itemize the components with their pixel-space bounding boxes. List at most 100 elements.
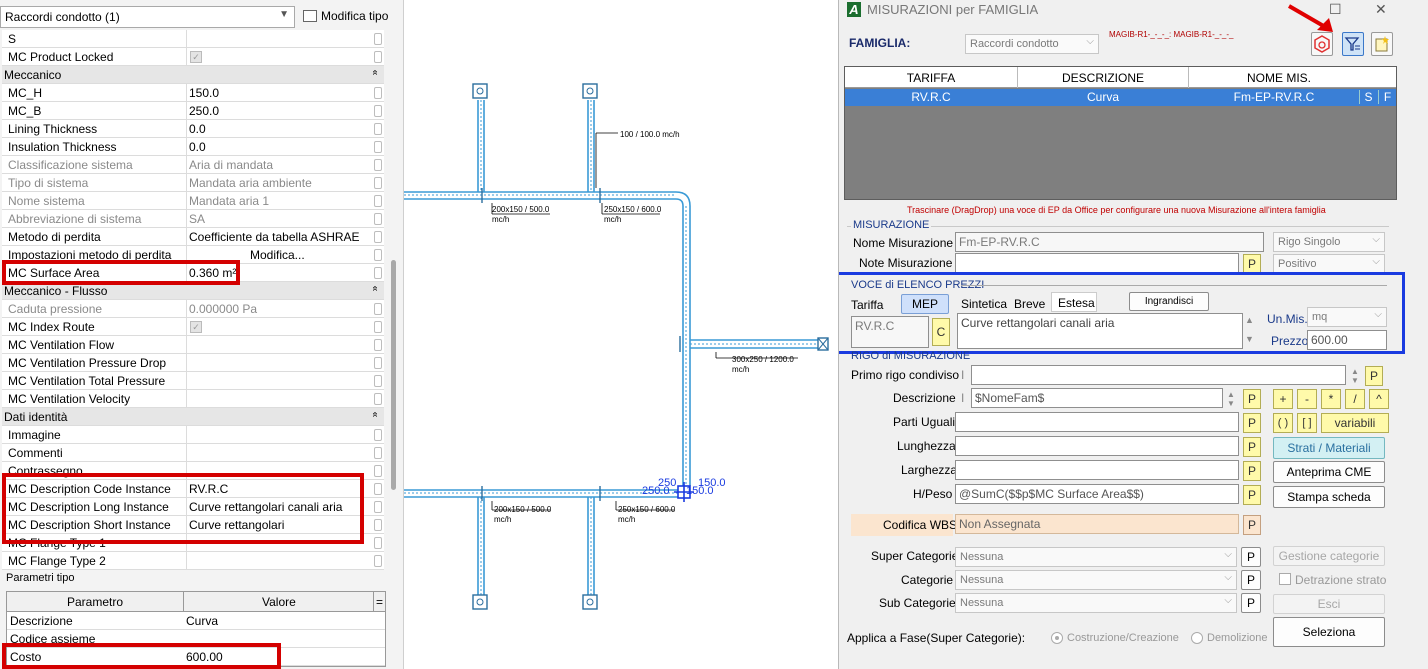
prezzo-input[interactable]: 600.00 — [1307, 330, 1387, 350]
op-pow-button[interactable]: ^ — [1369, 389, 1389, 409]
associate-param-icon[interactable] — [374, 123, 382, 135]
properties-scrollbar[interactable] — [388, 30, 400, 570]
larghezza-p-button[interactable]: P — [1243, 461, 1261, 481]
property-row[interactable]: Classificazione sistema Aria di mandata — [2, 156, 384, 174]
property-row[interactable]: Contrassegno — [2, 462, 384, 480]
associate-param-icon[interactable] — [374, 303, 382, 315]
stampa-scheda-button[interactable]: Stampa scheda — [1273, 486, 1385, 508]
property-value[interactable]: 0.0 — [189, 140, 206, 154]
scroll-down-icon[interactable]: ▼ — [1245, 334, 1254, 344]
property-row[interactable]: Commenti — [2, 444, 384, 462]
associate-param-icon[interactable] — [374, 321, 382, 333]
lunghezza-p-button[interactable]: P — [1243, 437, 1261, 457]
property-value[interactable]: Aria di mandata — [189, 158, 273, 172]
gestione-categorie-button[interactable]: Gestione categorie — [1273, 546, 1385, 566]
property-group[interactable]: Meccanico « — [2, 66, 384, 84]
dimension-label[interactable]: 250.0 — [642, 485, 670, 497]
new-button[interactable] — [1371, 32, 1393, 56]
super-p-button[interactable]: P — [1241, 547, 1261, 567]
property-row[interactable]: Tipo di sistema Mandata aria ambiente — [2, 174, 384, 192]
property-row[interactable]: MC Flange Type 1 — [2, 534, 384, 552]
descrizione-input[interactable]: $NomeFam$ — [971, 388, 1223, 408]
type-row[interactable]: Costo 600.00 — [7, 648, 385, 666]
wbs-p-button[interactable]: P — [1243, 515, 1261, 535]
collapse-icon[interactable]: « — [370, 70, 381, 76]
property-value[interactable]: 0.0 — [189, 122, 206, 136]
property-value[interactable]: Curve rettangolari — [189, 518, 284, 532]
associate-param-icon[interactable] — [374, 267, 382, 279]
voce-code-field[interactable]: RV.R.C — [851, 316, 929, 348]
property-checkbox[interactable]: ✓ — [190, 321, 202, 333]
property-row[interactable]: MC Ventilation Total Pressure — [2, 372, 384, 390]
associate-param-icon[interactable] — [374, 141, 382, 153]
seleziona-button[interactable]: Seleziona — [1273, 617, 1385, 647]
hpeso-input[interactable]: @SumC($$p$MC Surface Area$$) — [955, 484, 1239, 504]
associate-param-icon[interactable] — [374, 105, 382, 117]
property-row[interactable]: MC Flange Type 2 — [2, 552, 384, 570]
categorie-combo[interactable]: Nessuna ⌵ — [955, 570, 1237, 590]
associate-param-icon[interactable] — [374, 429, 382, 441]
anteprima-cme-button[interactable]: Anteprima CME — [1273, 461, 1385, 483]
associate-param-icon[interactable] — [374, 447, 382, 459]
primo-rigo-p-button[interactable]: P — [1365, 366, 1383, 386]
property-value[interactable]: 0.000000 Pa — [189, 302, 257, 316]
op-div-button[interactable]: / — [1345, 389, 1365, 409]
duct-drawing-canvas[interactable]: 100 / 100.0 mc/h 200x150 / 500.0 mc/h 25… — [404, 0, 838, 669]
voce-c-button[interactable]: C — [932, 318, 950, 346]
categorie-p-button[interactable]: P — [1241, 570, 1261, 590]
scroll-up-icon[interactable]: ▲ — [1245, 315, 1254, 325]
associate-param-icon[interactable] — [374, 537, 382, 549]
associate-param-icon[interactable] — [374, 519, 382, 531]
sub-p-button[interactable]: P — [1241, 593, 1261, 613]
associate-param-icon[interactable] — [374, 555, 382, 567]
rigo-singolo-combo[interactable]: Rigo Singolo ⌵ — [1273, 232, 1385, 252]
famiglia-combo[interactable]: Raccordi condotto ⌵ — [965, 34, 1099, 54]
property-row[interactable]: MC Surface Area 0.360 m² — [2, 264, 384, 282]
property-row[interactable]: Impostazioni metodo di perdita Modifica..… — [2, 246, 384, 264]
associate-param-icon[interactable] — [374, 393, 382, 405]
ingrandisci-button[interactable]: Ingrandisci — [1129, 292, 1209, 311]
associate-param-icon[interactable] — [374, 483, 382, 495]
associate-param-icon[interactable] — [374, 339, 382, 351]
associate-param-icon[interactable] — [374, 213, 382, 225]
property-value[interactable]: Coefficiente da tabella ASHRAE — [189, 230, 360, 244]
associate-param-icon[interactable] — [374, 375, 382, 387]
close-icon[interactable]: ✕ — [1375, 1, 1387, 18]
nome-misurazione-input[interactable]: Fm-EP-RV.R.C — [955, 232, 1264, 252]
strati-materiali-button[interactable]: Strati / Materiali — [1273, 437, 1385, 459]
grid-row-selected[interactable]: RV.R.C Curva Fm-EP-RV.R.C S F — [845, 89, 1396, 106]
detrazione-checkbox[interactable] — [1279, 573, 1291, 585]
associate-param-icon[interactable] — [374, 249, 382, 261]
property-row[interactable]: Immagine — [2, 426, 384, 444]
op-mult-button[interactable]: * — [1321, 389, 1341, 409]
super-categorie-combo[interactable]: Nessuna ⌵ — [955, 547, 1237, 567]
associate-param-icon[interactable] — [374, 357, 382, 369]
wbs-input[interactable]: Non Assegnata — [955, 514, 1239, 534]
demolizione-radio[interactable] — [1191, 632, 1203, 644]
property-row[interactable]: MC Description Long Instance Curve rettan… — [2, 498, 384, 516]
property-value[interactable]: Modifica... — [250, 248, 305, 262]
property-row[interactable]: Metodo di perdita Coefficiente da tabella… — [2, 228, 384, 246]
variabili-button[interactable]: variabili — [1321, 413, 1389, 433]
property-value[interactable]: 150.0 — [189, 86, 219, 100]
hpeso-p-button[interactable]: P — [1243, 485, 1261, 505]
property-group[interactable]: Meccanico - Flusso « — [2, 282, 384, 300]
unmis-combo[interactable]: mq ⌵ — [1307, 307, 1387, 327]
costruzione-radio[interactable] — [1051, 632, 1063, 644]
property-value[interactable]: Mandata aria ambiente — [189, 176, 312, 190]
property-value[interactable]: RV.R.C — [189, 482, 228, 496]
descrizione-p-button[interactable]: P — [1243, 389, 1261, 409]
positivo-combo[interactable]: Positivo ⌵ — [1273, 254, 1385, 274]
op-bracket-button[interactable]: [ ] — [1297, 413, 1317, 433]
property-checkbox[interactable]: ✓ — [190, 51, 202, 63]
property-row[interactable]: MC Description Short Instance Curve retta… — [2, 516, 384, 534]
collapse-icon[interactable]: « — [370, 412, 381, 418]
associate-param-icon[interactable] — [374, 501, 382, 513]
associate-param-icon[interactable] — [374, 159, 382, 171]
dimension-label[interactable]: 150.0 — [686, 485, 714, 497]
family-type-combo[interactable]: Raccordi condotto (1) ▼ — [0, 6, 295, 28]
associate-param-icon[interactable] — [374, 231, 382, 243]
mep-button[interactable]: MEP — [901, 294, 949, 314]
property-value[interactable]: Mandata aria 1 — [189, 194, 269, 208]
property-row[interactable]: Nome sistema Mandata aria 1 — [2, 192, 384, 210]
